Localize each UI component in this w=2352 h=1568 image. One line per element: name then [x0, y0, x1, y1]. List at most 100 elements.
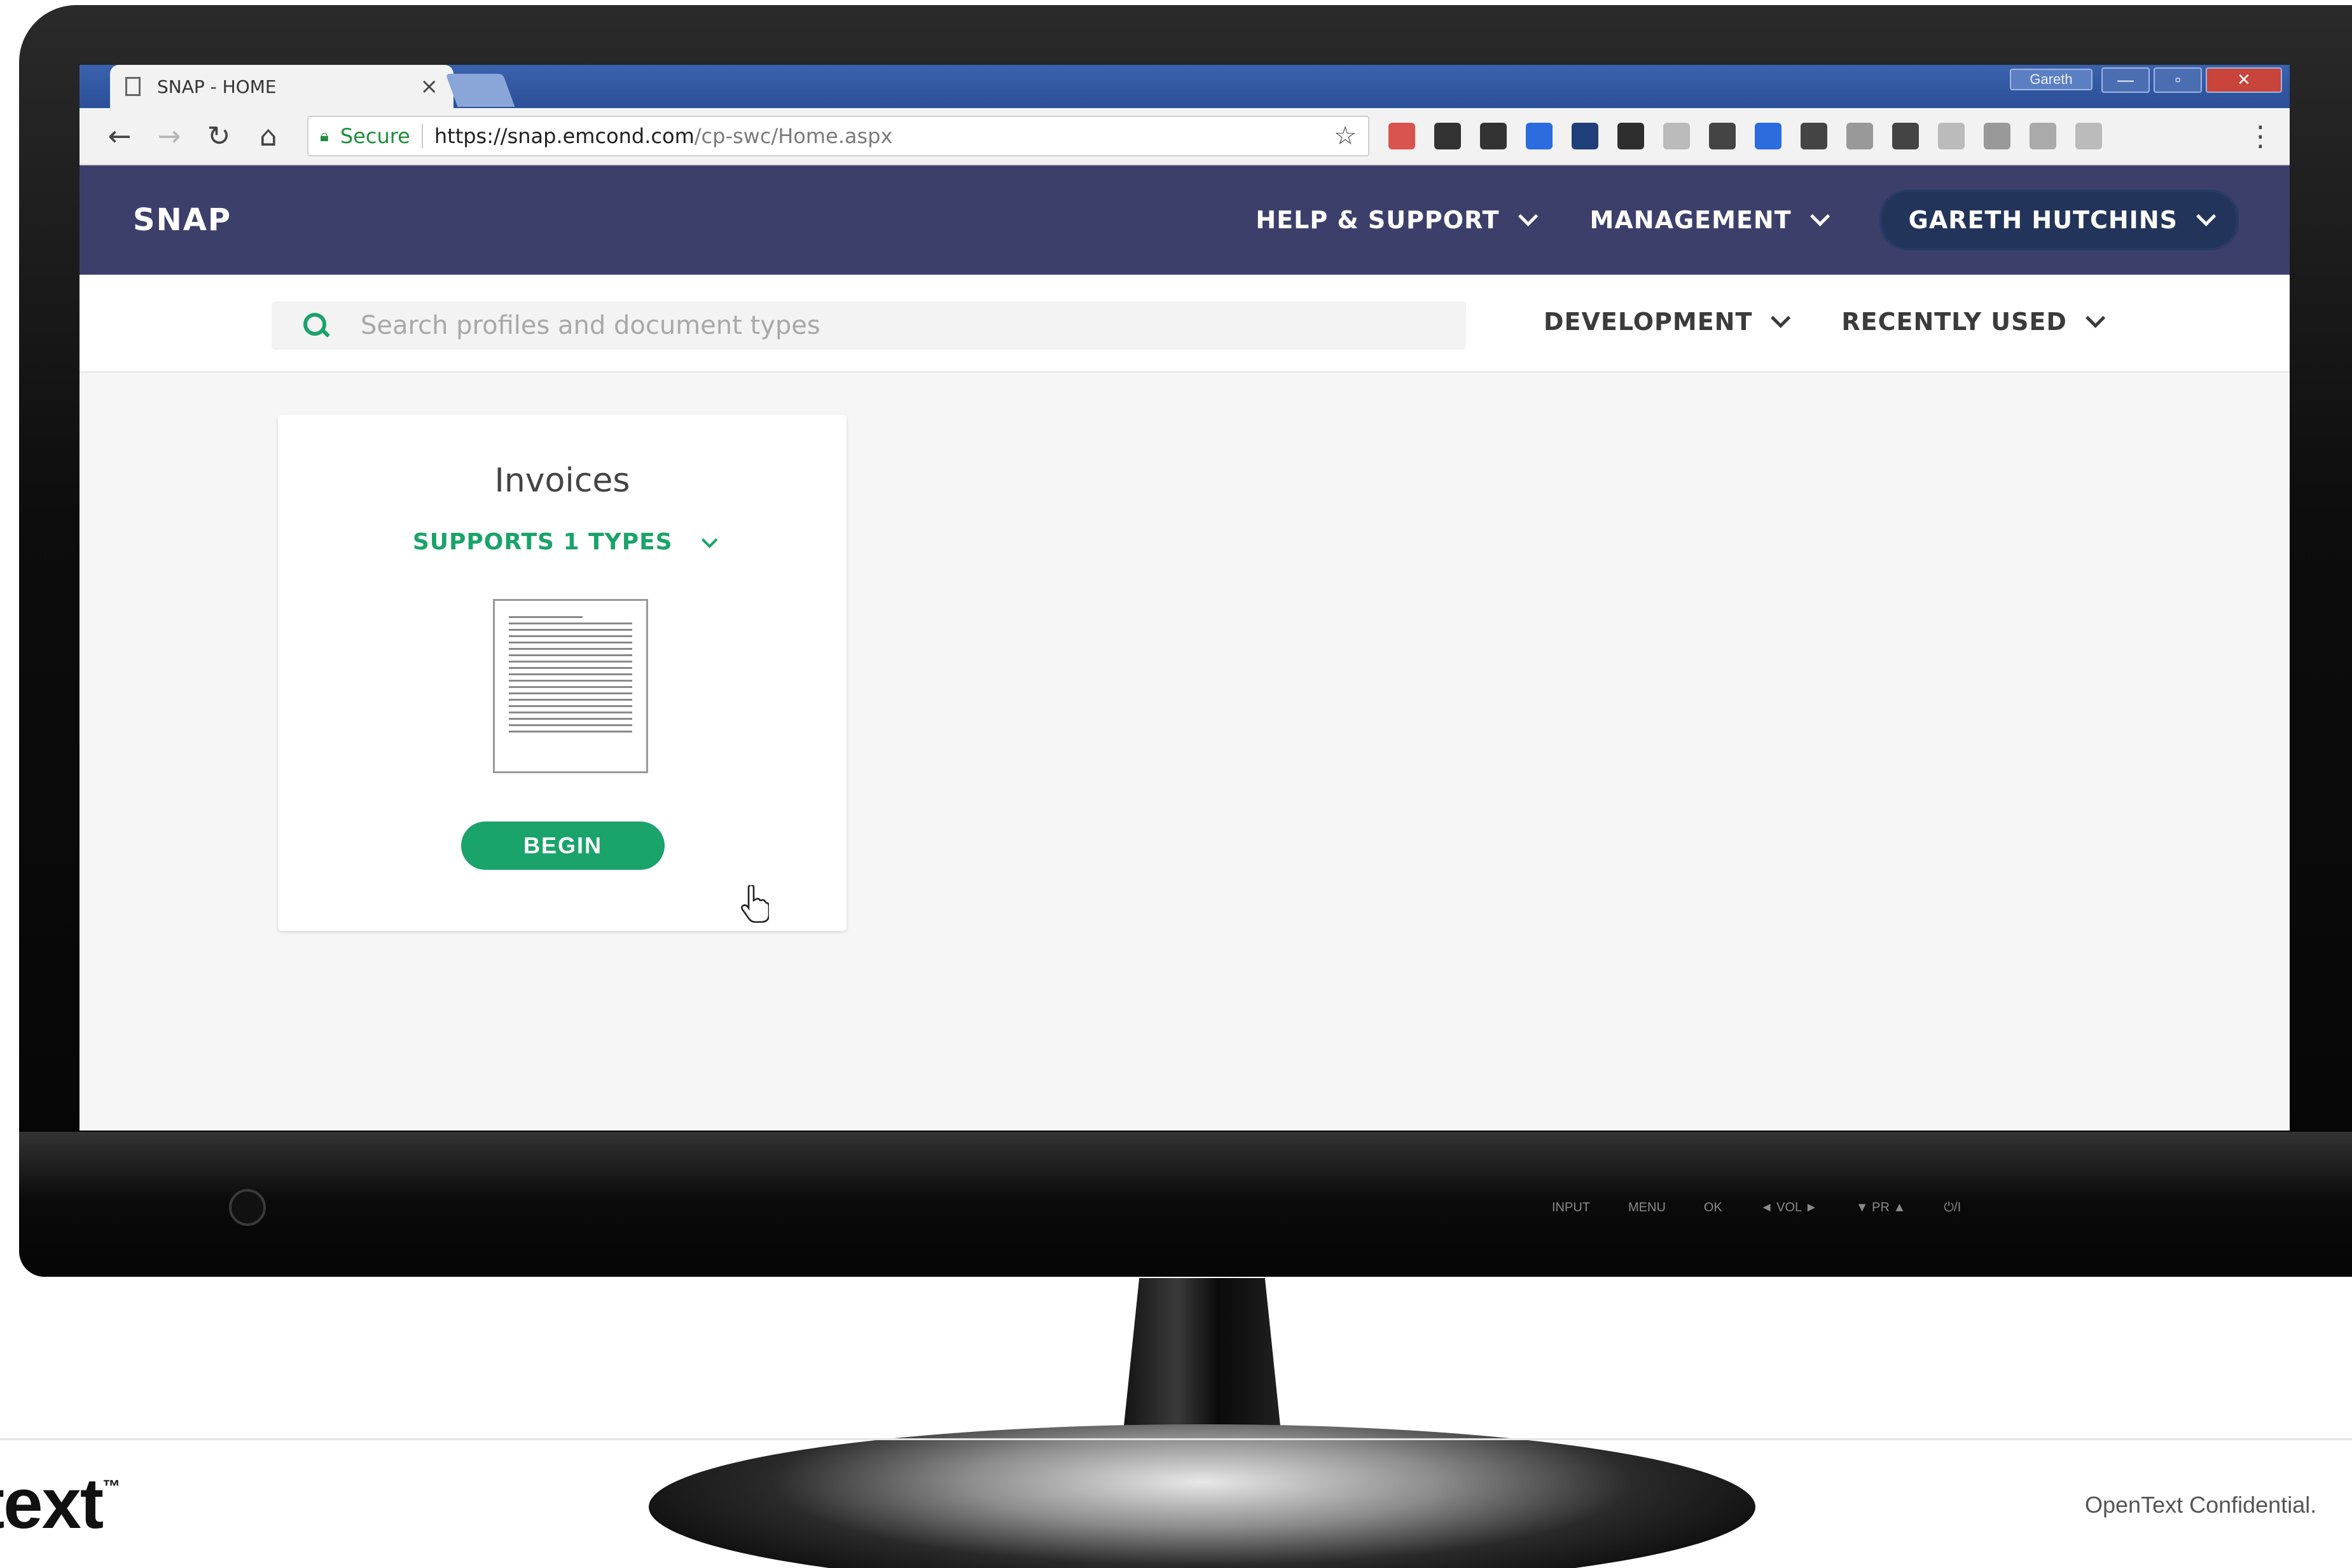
doc-line — [509, 724, 632, 726]
layout-icon[interactable] — [1984, 123, 2010, 149]
app-brand[interactable]: SNAP — [133, 202, 232, 238]
image-icon[interactable] — [1938, 123, 1965, 149]
forward-arrow-icon[interactable]: → — [144, 120, 194, 153]
supports-types-toggle[interactable]: SUPPORTS 1 TYPES — [278, 529, 847, 555]
close-tab-icon[interactable]: × — [420, 74, 439, 99]
browser-menu-icon[interactable]: ⋮ — [2246, 120, 2274, 153]
monitor-controls: INPUT MENU OK ◄ VOL ► ▼ PR ▲ ⏻/I — [1552, 1200, 1961, 1226]
maximize-button[interactable]: ▫ — [2154, 67, 2202, 93]
pdf-icon[interactable] — [2075, 123, 2102, 149]
hand-cursor-icon — [741, 885, 769, 923]
doc-line — [509, 692, 632, 694]
chevron-down-icon — [702, 532, 718, 549]
help-support-label: HELP & SUPPORT — [1256, 206, 1500, 234]
webcam-icon[interactable] — [1663, 123, 1690, 149]
search-placeholder: Search profiles and document types — [361, 311, 820, 340]
chevron-down-icon — [1809, 206, 1830, 226]
chevron-down-icon — [1771, 308, 1791, 328]
user-name: GARETH HUTCHINS — [1908, 206, 2178, 234]
lock-icon: 🔒︎ — [320, 126, 329, 146]
doc-line — [509, 629, 632, 631]
tab-title: SNAP - HOME — [157, 76, 277, 97]
home-icon[interactable]: ⌂ — [244, 120, 293, 153]
window-controls: — ▫ ✕ — [2101, 67, 2282, 93]
app-header: SNAP HELP & SUPPORT MANAGEMENT GARETH HU… — [80, 165, 2290, 275]
extension-icons — [1388, 123, 2102, 149]
doc-line — [509, 731, 632, 732]
monitor-control-label: MENU — [1628, 1200, 1666, 1214]
google-plus-icon[interactable] — [1388, 123, 1415, 149]
development-menu[interactable]: DEVELOPMENT — [1544, 308, 1791, 336]
address-bar[interactable]: 🔒︎ Secure https://snap.emcond.com /cp-sw… — [307, 116, 1369, 156]
back-arrow-icon[interactable]: ← — [95, 120, 144, 153]
user-menu[interactable]: GARETH HUTCHINS — [1881, 192, 2236, 248]
doc-line — [509, 667, 632, 669]
headphones-icon[interactable] — [1480, 123, 1507, 149]
minimize-button[interactable]: — — [2101, 67, 2150, 93]
card-title: Invoices — [494, 462, 630, 500]
doc-line — [509, 654, 632, 656]
begin-button[interactable]: BEGIN — [461, 822, 665, 870]
evernote-icon[interactable] — [1617, 123, 1644, 149]
monitor-control-label: ◄ VOL ► — [1760, 1200, 1818, 1214]
monitor-control-label: ⏻/I — [1944, 1200, 1961, 1214]
page-icon — [125, 77, 141, 96]
monitor-control-label: OK — [1703, 1200, 1722, 1214]
close-window-button[interactable]: ✕ — [2206, 67, 2282, 93]
management-menu[interactable]: MANAGEMENT — [1589, 206, 1830, 234]
browser-titlebar: SNAP - HOME × Gareth — ▫ ✕ — [80, 65, 2290, 108]
monitor-control-label: INPUT — [1552, 1200, 1590, 1214]
doc-line — [509, 686, 632, 688]
help-support-menu[interactable]: HELP & SUPPORT — [1256, 206, 1538, 234]
doc-line — [509, 642, 632, 643]
doc-line — [509, 718, 632, 720]
window-user-badge[interactable]: Gareth — [2010, 69, 2093, 90]
pocket-icon[interactable] — [1434, 123, 1461, 149]
mail-icon[interactable] — [1801, 123, 1827, 149]
doc-line — [509, 699, 632, 701]
chevron-down-icon — [2086, 308, 2106, 328]
trello-icon[interactable] — [1755, 123, 1781, 149]
bookmark-star-icon[interactable]: ☆ — [1334, 121, 1357, 151]
trademark-mark: ™ — [102, 1476, 121, 1496]
camera-icon[interactable] — [1709, 123, 1736, 149]
compass-icon[interactable] — [1846, 123, 1873, 149]
doc-line — [509, 705, 632, 707]
doc-line — [509, 635, 632, 637]
profile-card: Invoices SUPPORTS 1 TYPES BEGIN — [278, 415, 847, 931]
url-path: /cp-swc/Home.aspx — [694, 124, 893, 148]
document-icon — [493, 599, 648, 773]
address-separator — [421, 124, 423, 148]
search-row: Search profiles and document types DEVEL… — [80, 275, 2290, 373]
doc-line — [509, 673, 632, 675]
opentext-logo: text™ — [0, 1462, 120, 1544]
browser-screen: SNAP - HOME × Gareth — ▫ ✕ ← → ↻ ⌂ 🔒︎ Se… — [80, 65, 2290, 1131]
url-host: https://snap.emcond.com — [434, 124, 695, 148]
supports-types-label: SUPPORTS 1 TYPES — [412, 529, 673, 555]
browser-tab[interactable]: SNAP - HOME × — [110, 65, 453, 108]
confidential-notice: OpenText Confidential. — [2085, 1492, 2317, 1518]
monitor-base — [649, 1424, 1755, 1568]
search-input[interactable]: Search profiles and document types — [272, 301, 1466, 350]
power-button-icon — [229, 1189, 266, 1226]
reload-icon[interactable]: ↻ — [194, 120, 244, 153]
code-icon[interactable] — [2030, 123, 2056, 149]
chevron-down-icon — [2196, 206, 2217, 226]
footer-rule — [0, 1438, 2352, 1440]
development-label: DEVELOPMENT — [1544, 308, 1753, 336]
doc-line — [509, 622, 632, 624]
feedly-icon[interactable] — [1572, 123, 1598, 149]
secondary-nav: DEVELOPMENT RECENTLY USED — [1544, 308, 2106, 336]
management-label: MANAGEMENT — [1589, 206, 1792, 234]
doc-line — [509, 648, 632, 650]
doc-line — [509, 661, 632, 663]
bezel-highlight — [19, 1132, 2352, 1284]
cast-icon[interactable] — [1892, 123, 1919, 149]
doc-line — [509, 616, 583, 618]
logo-text: text — [0, 1464, 104, 1543]
header-nav: HELP & SUPPORT MANAGEMENT GARETH HUTCHIN… — [1256, 192, 2236, 248]
new-tab-button[interactable] — [445, 74, 515, 107]
monitor-control-label: ▼ PR ▲ — [1855, 1200, 1906, 1214]
recently-used-menu[interactable]: RECENTLY USED — [1841, 308, 2106, 336]
notes-icon[interactable] — [1526, 123, 1553, 149]
